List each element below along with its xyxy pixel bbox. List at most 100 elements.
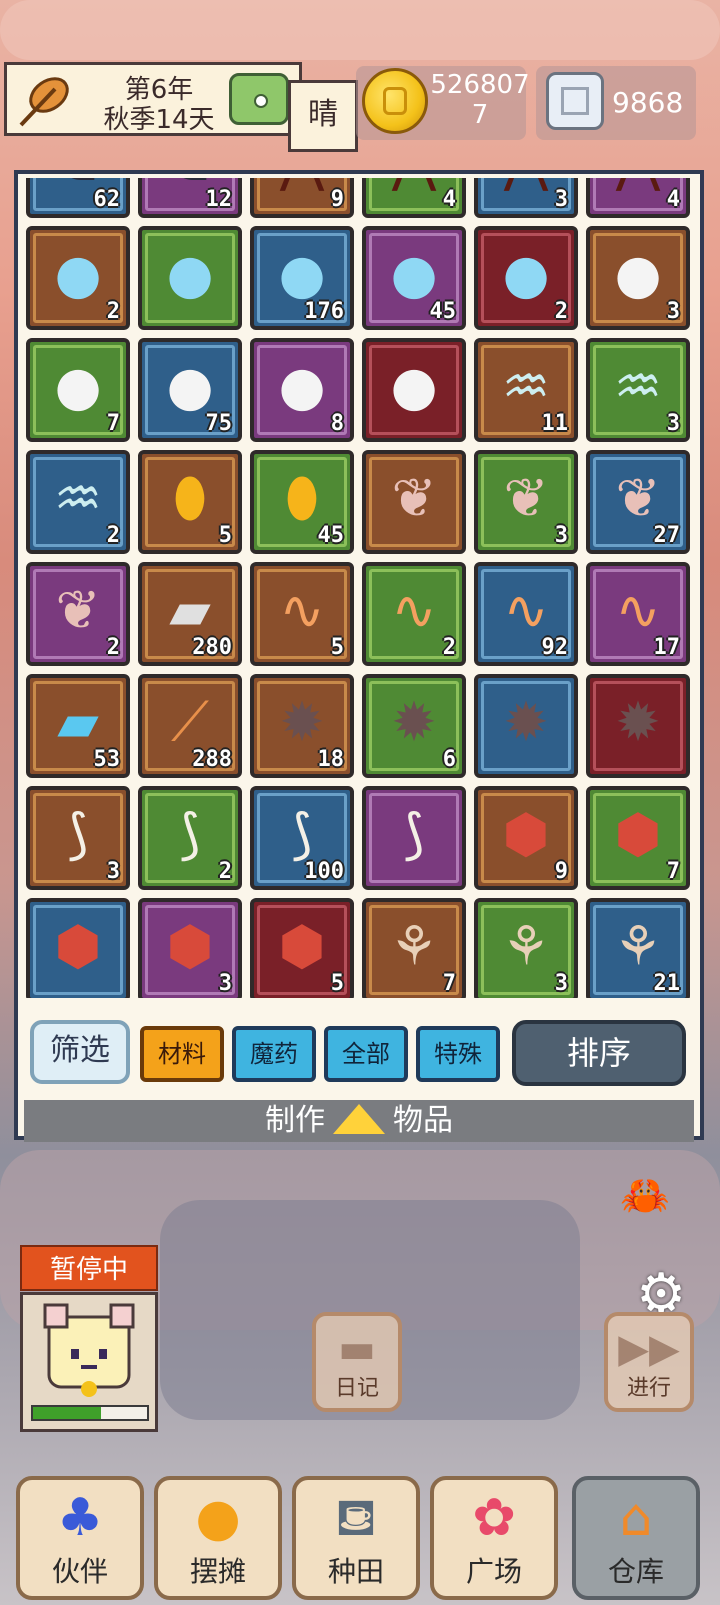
inventory-slot[interactable]: ⟋ 288 [138,674,242,778]
inventory-slot[interactable]: ● 176 [250,226,354,330]
nav-farming[interactable]: ⛾ 种田 [292,1476,420,1600]
inventory-slot[interactable]: ❦ 2 [26,562,130,666]
inventory-slot[interactable]: ᘓ62 [26,178,130,218]
inventory-slot[interactable]: ♒ 11 [474,338,578,442]
inventory-slot[interactable]: ● [138,226,242,330]
nav-plaza[interactable]: ✿ 广场 [430,1476,558,1600]
pearl-icon: ● [54,354,102,418]
item-count: 100 [304,859,344,884]
nav-stall[interactable]: ● 摆摊 [154,1476,282,1600]
item-count: 3 [666,299,680,324]
item-count: 92 [541,635,569,660]
inventory-slot[interactable]: ● 8 [250,338,354,442]
inventory-slot[interactable]: ● 2 [474,226,578,330]
flower-icon: ✿ [472,1488,516,1548]
watering-can-icon: ⛾ [334,1488,378,1548]
inventory-slot[interactable]: ❦ 3 [474,450,578,554]
craft-toggle-bar[interactable]: 制作 物品 [24,1100,694,1142]
inventory-slot[interactable]: ♒ 3 [586,338,690,442]
crab-icon[interactable]: 🦀 [620,1172,670,1219]
inventory-slot[interactable]: ⋀4 [362,178,466,218]
inventory-scroll[interactable]: ᘓ62ᘓ12⋀9⋀4⋀3⋀4●2●●176●45●2●3●7●75●8●♒11♒… [26,178,696,998]
inventory-slot[interactable]: ● 75 [138,338,242,442]
root-icon: ⚘ [501,914,551,978]
sort-button[interactable]: 排序 [512,1020,686,1086]
inventory-slot[interactable]: ● 45 [362,226,466,330]
inventory-slot[interactable]: ⚘ 3 [474,898,578,998]
inventory-slot[interactable]: ⋀3 [474,178,578,218]
inventory-slot[interactable]: ⋀9 [250,178,354,218]
inventory-slot[interactable]: ⋀4 [586,178,690,218]
item-count: 3 [554,187,568,212]
tab-potions[interactable]: 魔药 [232,1026,316,1082]
inventory-slot[interactable]: ⟆ [362,786,466,890]
inventory-slot[interactable]: ♒ 2 [26,450,130,554]
proceed-button[interactable]: ▶▶ 进行 [604,1312,694,1412]
calendar-button[interactable] [229,73,289,125]
inventory-slot[interactable]: ● 3 [586,226,690,330]
inventory-slot[interactable]: ✹ 18 [250,674,354,778]
item-count: 75 [205,411,233,436]
tab-special[interactable]: 特殊 [416,1026,500,1082]
paused-badge: 暂停中 [20,1245,158,1291]
leaf-icon [19,77,69,127]
inventory-slot[interactable]: ● 7 [26,338,130,442]
inventory-slot[interactable]: ⟆ 100 [250,786,354,890]
jellyfish-icon: ♒ [53,466,103,530]
item-count: 7 [666,859,680,884]
potion-icon: ● [54,242,102,306]
tab-materials[interactable]: 材料 [140,1026,224,1082]
item-count: 45 [429,299,457,324]
inventory-slot[interactable]: ✹ [474,674,578,778]
chat-bubble-icon: ▬ [338,1326,376,1372]
inventory-slot[interactable]: ⬮ 45 [250,450,354,554]
item-count: 2 [106,299,120,324]
inventory-slot[interactable]: ∿ 2 [362,562,466,666]
inventory-slot[interactable]: ✹ [586,674,690,778]
nav-warehouse[interactable]: ⌂ 仓库 [572,1476,700,1600]
potion-icon: ● [166,242,214,306]
pet-portrait[interactable] [20,1292,158,1432]
inventory-slot[interactable]: ⚘ 21 [586,898,690,998]
inventory-slot[interactable]: ⟆ 2 [138,786,242,890]
inventory-slot[interactable]: ⚘ 7 [362,898,466,998]
filter-button[interactable]: 筛选 [30,1020,130,1084]
inventory-slot[interactable]: ∿ 5 [250,562,354,666]
inventory-slot[interactable]: ● [362,338,466,442]
tab-all[interactable]: 全部 [324,1026,408,1082]
inventory-slot[interactable]: ❦ 27 [586,450,690,554]
inventory-slot[interactable]: ⬢ 9 [474,786,578,890]
inventory-slot[interactable]: ❦ [362,450,466,554]
item-count: 3 [218,971,232,996]
inventory-slot[interactable]: ⬢ 7 [586,786,690,890]
item-count: 3 [106,859,120,884]
inventory-slot[interactable]: ⬢ 5 [250,898,354,998]
inventory-grid: ᘓ62ᘓ12⋀9⋀4⋀3⋀4●2●●176●45●2●3●7●75●8●♒11♒… [26,178,690,998]
fast-forward-icon: ▶▶ [618,1326,680,1372]
inventory-slot[interactable]: ⬮ 5 [138,450,242,554]
inventory-slot[interactable]: ● 2 [26,226,130,330]
inventory-slot[interactable]: ⬢ [26,898,130,998]
item-count: 9 [330,187,344,212]
item-count: 2 [554,299,568,324]
branch-icon: ⋀ [616,178,660,194]
diary-button[interactable]: ▬ 日记 [312,1312,402,1412]
inventory-slot[interactable]: ∿ 17 [586,562,690,666]
item-count: 5 [330,635,344,660]
item-count: 11 [541,411,569,436]
amber-icon: ⬮ [285,466,319,530]
inventory-slot[interactable]: ▰ 53 [26,674,130,778]
item-count: 53 [93,747,121,772]
inventory-slot[interactable]: ✹ 6 [362,674,466,778]
nav-companions[interactable]: ♣ 伙伴 [16,1476,144,1600]
urchin-icon: ✹ [503,690,549,754]
pearl-icon: ● [278,354,326,418]
inventory-slot[interactable]: ᘓ12 [138,178,242,218]
inventory-slot[interactable]: ⟆ 3 [26,786,130,890]
feather-icon: ❦ [55,578,101,642]
inventory-slot[interactable]: ▰ 280 [138,562,242,666]
inventory-slot[interactable]: ⬢ 3 [138,898,242,998]
inventory-slot[interactable]: ∿ 92 [474,562,578,666]
branch-icon: ⋀ [280,178,324,194]
worm-icon: ∿ [615,578,661,642]
